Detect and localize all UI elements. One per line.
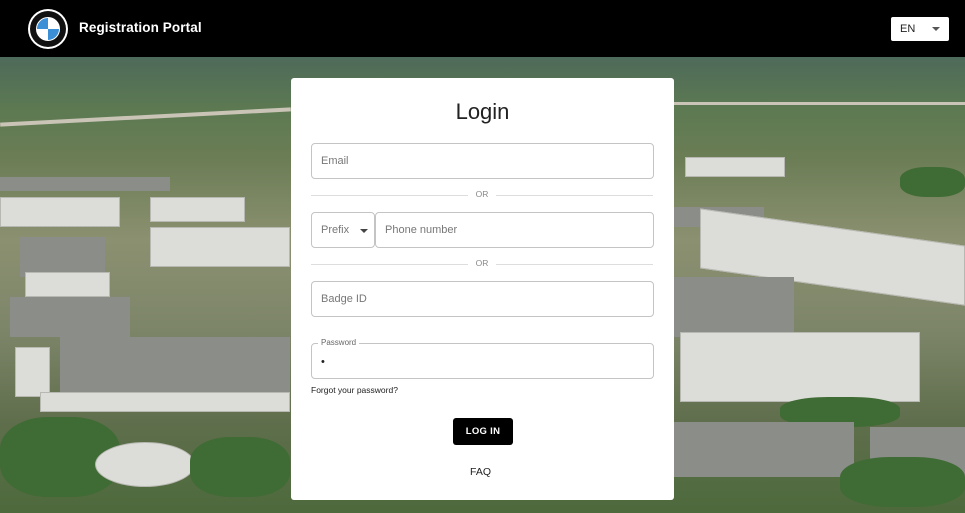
email-placeholder: Email <box>321 155 349 167</box>
password-value: • <box>321 356 325 368</box>
logo-roundel <box>36 17 60 41</box>
or-label: OR <box>467 189 497 199</box>
or-divider: OR <box>311 189 653 201</box>
faq-link[interactable]: FAQ <box>470 466 491 478</box>
prefix-label: Prefix <box>321 224 350 236</box>
language-select[interactable]: EN <box>891 17 949 41</box>
app-title: Registration Portal <box>79 20 202 35</box>
chevron-down-icon <box>360 229 368 233</box>
prefix-select[interactable]: Prefix <box>311 212 375 248</box>
phone-placeholder: Phone number <box>385 224 458 236</box>
or-label: OR <box>467 258 497 268</box>
badge-placeholder: Badge ID <box>321 293 367 305</box>
login-title: Login <box>455 99 510 124</box>
phone-number-field[interactable]: Phone number <box>375 212 654 248</box>
forgot-password-link[interactable]: Forgot your password? <box>311 385 398 395</box>
chevron-down-icon <box>932 27 940 31</box>
logo-ring <box>30 11 66 47</box>
bmw-logo-icon[interactable] <box>28 9 68 49</box>
password-field[interactable]: Password • <box>311 338 654 379</box>
password-label: Password <box>318 338 360 347</box>
top-bar: Registration Portal EN <box>0 0 965 57</box>
or-divider: OR <box>311 258 653 270</box>
badge-id-field[interactable]: Badge ID <box>311 281 654 317</box>
login-button[interactable]: LOG IN <box>453 418 513 445</box>
language-value: EN <box>900 23 916 35</box>
email-field[interactable]: Email <box>311 143 654 179</box>
